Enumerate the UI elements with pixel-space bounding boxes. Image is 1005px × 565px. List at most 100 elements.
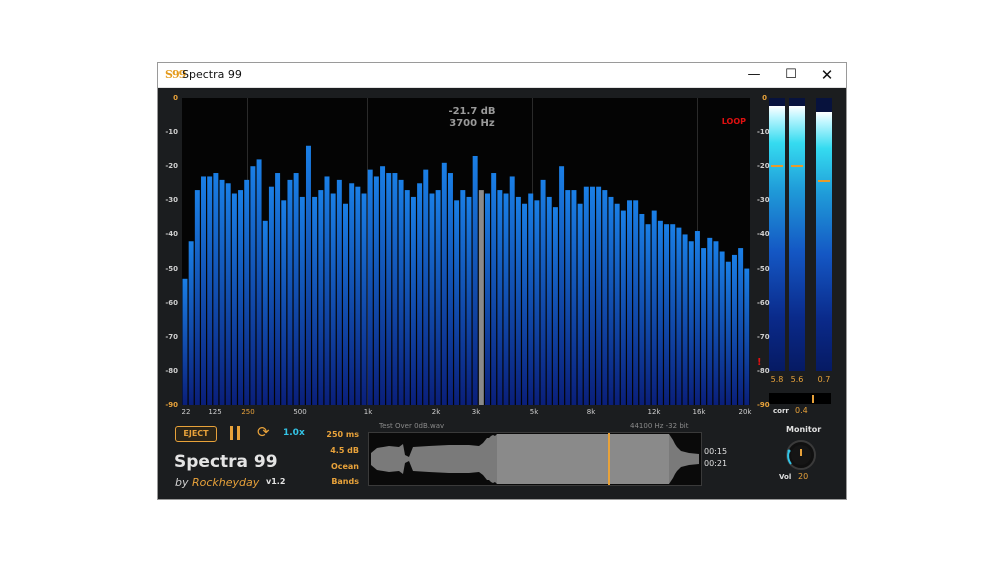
mode-setting[interactable]: Bands — [318, 477, 359, 486]
app-name: Spectra 99 — [174, 452, 278, 472]
meter-peak-marker — [818, 179, 830, 182]
spectrum-bar — [528, 193, 534, 405]
spectrum-bar — [670, 224, 676, 405]
playhead[interactable] — [608, 433, 611, 485]
spectrum-bar — [305, 145, 311, 405]
spectrum-display[interactable]: -21.7 dB 3700 Hz LOOP — [182, 98, 750, 405]
spectrum-bar — [676, 227, 682, 405]
spectrum-bar — [244, 179, 250, 405]
level-meter-right — [789, 98, 805, 371]
pause-bar — [230, 426, 233, 440]
meter-axis-label: 0 — [762, 94, 767, 102]
x-axis-label: 8k — [586, 408, 596, 416]
speed-button[interactable]: 1.0x — [283, 428, 305, 438]
eject-button[interactable]: EJECT — [175, 426, 217, 442]
spectrum-bar — [707, 237, 713, 405]
org-name: Rockheyday — [192, 476, 260, 489]
pause-icon[interactable] — [230, 426, 241, 440]
spectrum-bar — [620, 210, 626, 405]
spectrum-cursor-bar — [478, 190, 484, 405]
spectrum-bar — [392, 173, 398, 405]
spectrum-bar — [719, 251, 725, 405]
meter-axis-label: -40 — [757, 230, 770, 239]
spectrum-bar — [559, 166, 565, 405]
spectrum-bar — [731, 254, 737, 405]
spectrum-bar — [318, 190, 324, 405]
spectrum-bar — [182, 278, 188, 405]
volume-label: Vol — [779, 473, 792, 481]
spectrum-bar — [657, 220, 663, 405]
x-axis-label: 12k — [647, 408, 661, 416]
x-axis-label: 22 — [181, 408, 191, 416]
spectrum-bar — [694, 231, 700, 405]
close-button[interactable]: ✕ — [809, 63, 845, 87]
spectrum-bar — [343, 203, 348, 405]
spectrum-bar — [522, 203, 528, 405]
maximize-button[interactable]: ☐ — [773, 63, 809, 87]
spectrum-bar — [398, 179, 404, 405]
spectrum-bar — [201, 176, 206, 405]
spectrum-bar — [207, 176, 213, 405]
color-scheme-setting[interactable]: Ocean — [318, 462, 359, 471]
spectrum-bar — [485, 193, 490, 405]
spectrum-bar — [713, 241, 719, 405]
spectrum-bar — [454, 200, 460, 405]
waveform-display[interactable] — [368, 432, 702, 486]
meter-axis-label: -50 — [757, 264, 770, 273]
spectrum-bar — [447, 173, 453, 405]
spectrum-bar — [355, 186, 361, 405]
level-meter-side — [816, 98, 832, 371]
title-bar[interactable]: S99 Spectra 99 — ☐ ✕ — [158, 63, 846, 88]
spectrum-bar — [417, 183, 423, 405]
file-info: 44100 Hz -32 bit — [630, 422, 689, 430]
spectrum-bar — [312, 196, 318, 405]
spectrum-bar — [423, 169, 429, 405]
spectrum-bar — [571, 190, 577, 405]
byline: by Rockheyday — [175, 476, 259, 489]
pause-bar — [237, 426, 240, 440]
window-ms-setting[interactable]: 250 ms — [318, 430, 359, 439]
spectrum-bar — [349, 183, 355, 405]
spectrum-bar — [583, 186, 589, 405]
spectrum-bar — [466, 196, 472, 405]
x-axis-label: 3k — [471, 408, 481, 416]
spectrum-bar — [287, 179, 293, 405]
spectrum-bar — [738, 248, 744, 405]
spectrum-bar — [231, 193, 237, 405]
meter-axis-label: -90 — [757, 401, 770, 409]
minimize-button[interactable]: — — [736, 63, 772, 87]
y-axis-label: -80 — [165, 366, 178, 375]
meter-fill — [789, 106, 805, 371]
meter-right-value: 5.6 — [790, 375, 804, 384]
spectrum-bar — [373, 176, 379, 405]
meter-left-value: 5.8 — [770, 375, 784, 384]
spectrum-bar — [410, 196, 416, 405]
loop-icon[interactable]: ⟳ — [257, 424, 270, 440]
file-name: Test Over 0dB.wav — [379, 422, 445, 430]
spectrum-bar — [219, 179, 225, 405]
loop-indicator[interactable]: LOOP — [722, 117, 746, 126]
byline-prefix: by — [175, 476, 189, 489]
time-position: 00:21 — [704, 459, 728, 468]
correlation-meter — [769, 393, 831, 404]
correlation-value: 0.4 — [795, 406, 808, 415]
spectrum-bar — [225, 183, 231, 405]
spectrum-bar — [515, 196, 521, 405]
correlation-indicator — [812, 395, 814, 403]
spectrum-bar — [534, 200, 540, 405]
slope-setting[interactable]: 4.5 dB — [318, 446, 359, 455]
volume-knob[interactable] — [785, 439, 817, 471]
y-axis-label: 0 — [173, 94, 178, 102]
spectrum-bars — [182, 145, 750, 405]
monitor-title: Monitor — [786, 425, 822, 434]
spectrum-bar — [688, 241, 694, 405]
spectrum-bar — [441, 162, 447, 405]
spectrum-bar — [275, 173, 281, 405]
correlation-label: corr — [773, 407, 789, 415]
spectrum-bar — [262, 220, 268, 405]
spectrum-bar — [503, 193, 509, 405]
meter-axis-label: -80 — [757, 366, 770, 375]
spectrum-bar — [250, 166, 256, 405]
spectrum-bar — [497, 190, 503, 405]
waveform-selection — [497, 434, 669, 484]
